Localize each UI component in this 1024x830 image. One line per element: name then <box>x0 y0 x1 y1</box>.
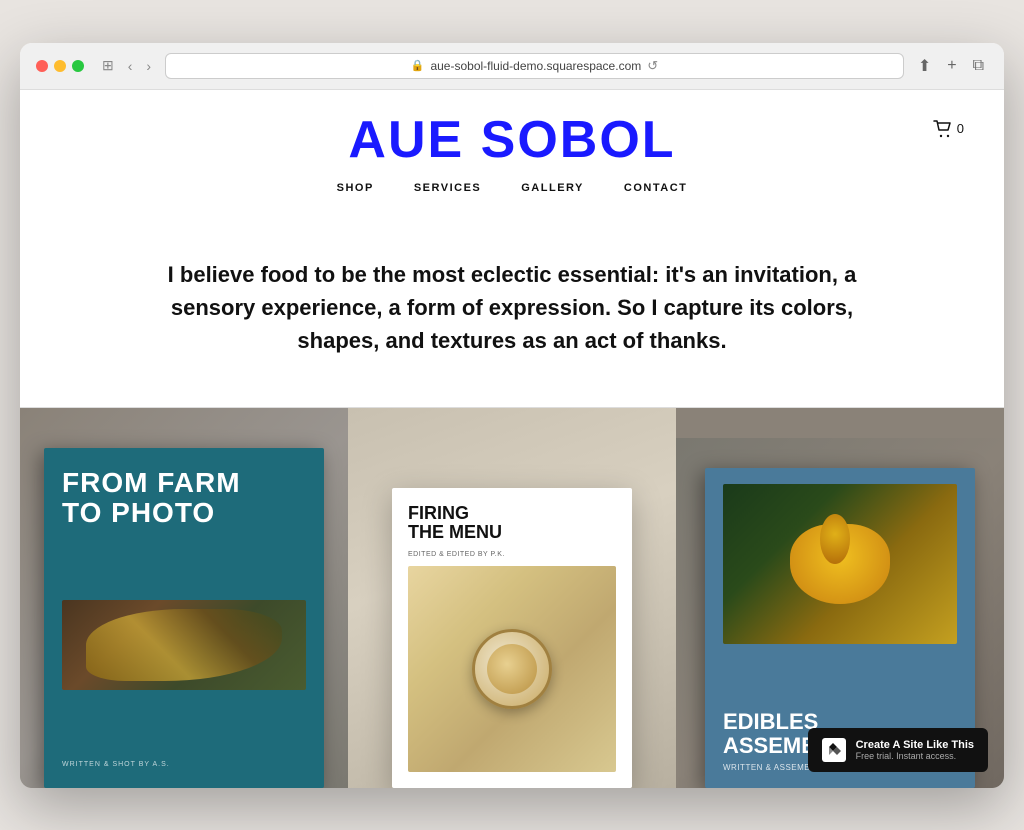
book-col-2[interactable]: FIRINGTHE MENU EDITED & EDITED BY P.K. <box>348 408 676 788</box>
cart-svg <box>933 120 953 138</box>
browser-actions: ⬆ + ⧉ <box>914 54 988 78</box>
maximize-button[interactable] <box>72 60 84 72</box>
traffic-lights <box>36 60 84 72</box>
squarespace-banner[interactable]: Create A Site Like This Free trial. Inst… <box>808 728 988 772</box>
browser-chrome: ⊞ ‹ › 🔒 aue-sobol-fluid-demo.squarespace… <box>20 43 1004 90</box>
book-1-cover: FROM FARMTO PHOTO WRITTEN & SHOT BY A.S. <box>44 448 324 788</box>
website-content: AUE SOBOL SHOP SERVICES GALLERY CONTACT … <box>20 90 1004 788</box>
nav-contact[interactable]: CONTACT <box>624 182 687 194</box>
hero-quote: I believe food to be the most eclectic e… <box>132 258 892 357</box>
books-section: FROM FARMTO PHOTO WRITTEN & SHOT BY A.S.… <box>20 408 1004 788</box>
book-1-title: FROM FARMTO PHOTO <box>62 468 306 530</box>
share-button[interactable]: ⬆ <box>914 54 935 78</box>
close-button[interactable] <box>36 60 48 72</box>
lock-icon: 🔒 <box>411 59 425 72</box>
cart-icon[interactable]: 0 <box>933 120 964 138</box>
book-1-image <box>62 600 306 690</box>
hero-section: I believe food to be the most eclectic e… <box>20 208 1004 408</box>
site-logo: AUE SOBOL <box>60 110 964 170</box>
minimize-button[interactable] <box>54 60 66 72</box>
nav-services[interactable]: SERVICES <box>414 182 481 194</box>
browser-controls: ⊞ ‹ › <box>98 55 155 76</box>
book-3-image <box>723 484 957 644</box>
book-1-decorative <box>86 609 281 681</box>
book-2-image <box>408 566 616 771</box>
duplicate-button[interactable]: ⧉ <box>969 55 988 77</box>
back-button[interactable]: ‹ <box>124 56 137 76</box>
book-1-byline: WRITTEN & SHOT BY A.S. <box>62 761 306 768</box>
cart-count: 0 <box>957 121 964 136</box>
squarespace-logo <box>822 738 846 762</box>
reload-icon[interactable]: ↺ <box>647 58 658 74</box>
squarespace-logo-mark <box>827 743 841 757</box>
sq-subtitle: Free trial. Instant access. <box>856 751 974 761</box>
squarespace-text: Create A Site Like This Free trial. Inst… <box>856 739 974 761</box>
nav-gallery[interactable]: GALLERY <box>521 182 584 194</box>
book-col-1[interactable]: FROM FARMTO PHOTO WRITTEN & SHOT BY A.S. <box>20 408 348 788</box>
site-nav: SHOP SERVICES GALLERY CONTACT <box>60 178 964 198</box>
pumpkin-shape <box>790 524 890 604</box>
forward-button[interactable]: › <box>142 56 155 76</box>
new-tab-button[interactable]: + <box>943 55 960 77</box>
soup-bowl <box>472 629 552 709</box>
url-text: aue-sobol-fluid-demo.squarespace.com <box>430 59 641 73</box>
window-button[interactable]: ⊞ <box>98 55 118 76</box>
book-2-title: FIRINGTHE MENU <box>408 504 616 544</box>
site-header: AUE SOBOL SHOP SERVICES GALLERY CONTACT … <box>20 90 1004 208</box>
sq-title: Create A Site Like This <box>856 739 974 751</box>
book-2-subtitle: EDITED & EDITED BY P.K. <box>408 551 616 558</box>
browser-window: ⊞ ‹ › 🔒 aue-sobol-fluid-demo.squarespace… <box>20 43 1004 788</box>
address-bar[interactable]: 🔒 aue-sobol-fluid-demo.squarespace.com ↺ <box>165 53 904 79</box>
book-2-cover: FIRINGTHE MENU EDITED & EDITED BY P.K. <box>392 488 632 788</box>
sq-logo-svg <box>827 743 841 757</box>
nav-shop[interactable]: SHOP <box>337 182 374 194</box>
